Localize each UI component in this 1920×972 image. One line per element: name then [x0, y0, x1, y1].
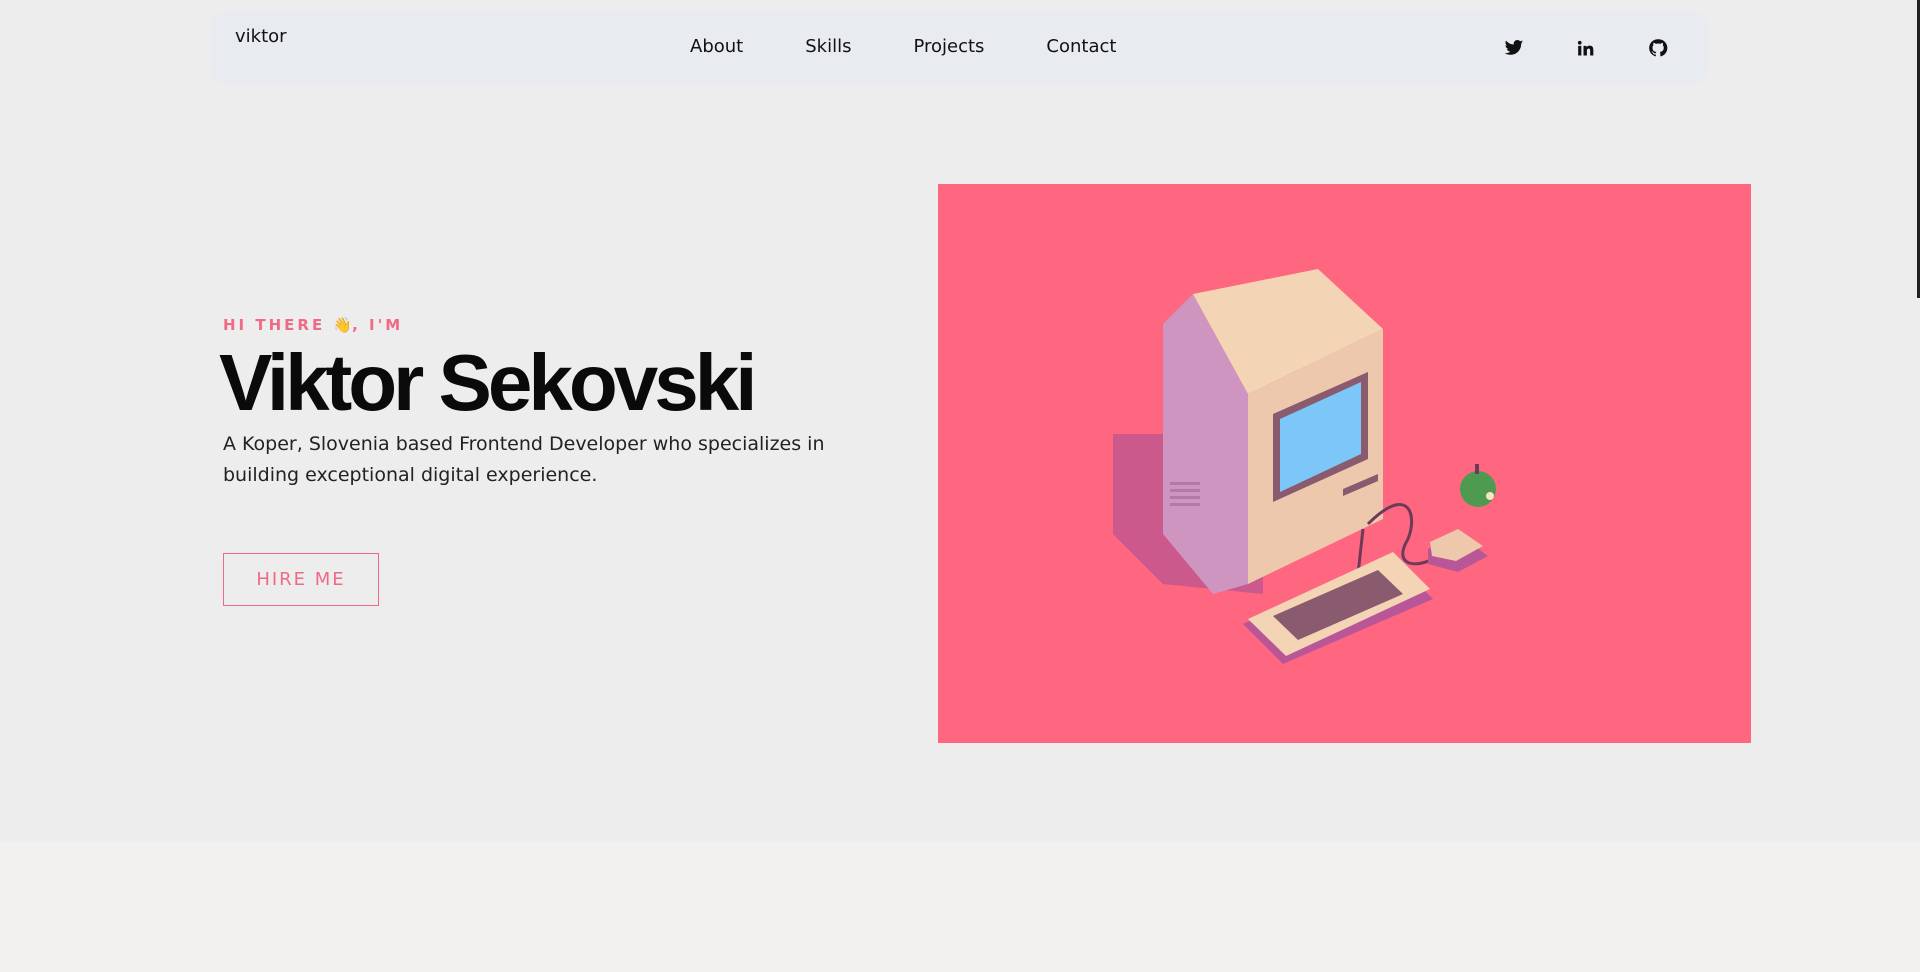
next-section — [0, 842, 1920, 972]
apple-stem — [1475, 464, 1479, 474]
hero-name: Viktor Sekovski — [219, 338, 757, 427]
greeting-text: HI THERE — [223, 316, 334, 334]
hero-illustration — [938, 184, 1751, 743]
nav-link-skills[interactable]: Skills — [805, 36, 851, 58]
greeting-suffix: , I'M — [352, 316, 404, 334]
nav-link-contact[interactable]: Contact — [1046, 36, 1116, 58]
mouse-cable — [1366, 503, 1434, 566]
logo-link[interactable]: viktor — [235, 26, 287, 47]
apple-body — [1460, 471, 1496, 507]
social-links — [1502, 36, 1670, 60]
waving-hand-icon: 👋 — [333, 316, 353, 334]
hero-greeting: HI THERE 👋, I'M — [223, 316, 403, 334]
linkedin-icon[interactable] — [1574, 36, 1598, 60]
hero-description: A Koper, Slovenia based Frontend Develop… — [223, 433, 825, 486]
github-icon[interactable] — [1646, 36, 1670, 60]
retro-computer-illustration — [1113, 269, 1496, 664]
nav-link-projects[interactable]: Projects — [913, 36, 984, 58]
hire-me-button[interactable]: HIRE ME — [223, 553, 379, 606]
navbar: viktor About Skills Projects Contact — [211, 12, 1708, 84]
twitter-icon[interactable] — [1502, 36, 1526, 60]
nav-links: About Skills Projects Contact — [690, 36, 1116, 58]
apple-bite — [1486, 492, 1494, 500]
nav-link-about[interactable]: About — [690, 36, 743, 58]
